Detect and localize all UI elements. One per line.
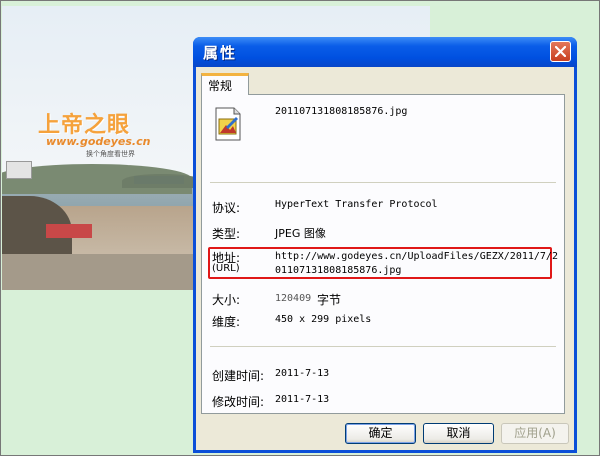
close-button[interactable] — [550, 41, 571, 62]
modified-value: 2011-7-13 — [275, 394, 330, 405]
address-value-line1[interactable]: http://www.godeyes.cn/UploadFiles/GEZX/2… — [275, 251, 558, 262]
size-unit: 字节 — [317, 293, 342, 307]
dialog-title: 属性 — [203, 44, 238, 62]
properties-dialog: 属性 常规 20110713180818587​6.jpg 协议: HyperT… — [193, 37, 577, 453]
type-value: JPEG 图像 — [275, 227, 326, 240]
dimension-value: 450 x 299 pixels — [275, 314, 372, 325]
tab-general[interactable]: 常规 — [201, 73, 249, 95]
size-label: 大小: — [212, 293, 241, 307]
apply-button[interactable]: 应用(A) — [501, 423, 569, 444]
watermark-url: www.godeyes.cn — [46, 135, 151, 148]
ok-button[interactable]: 确定 — [345, 423, 416, 444]
close-icon — [555, 46, 566, 57]
separator-2 — [210, 346, 556, 347]
dialog-titlebar[interactable]: 属性 — [193, 37, 577, 67]
cancel-button[interactable]: 取消 — [423, 423, 494, 444]
watermark-logo: 上帝之眼 www.godeyes.cn 换个角度看世界 — [38, 107, 151, 163]
size-value: 120409 — [275, 293, 312, 304]
modified-label: 修改时间: — [212, 395, 265, 409]
address-value-line2[interactable]: 0110713180818587​6.jpg — [275, 265, 401, 276]
jpeg-file-icon — [215, 107, 241, 141]
dimension-label: 维度: — [212, 315, 241, 329]
dialog-client-area: 常规 20110713180818587​6.jpg 协议: HyperText… — [196, 67, 574, 450]
watermark-subtitle: 换个角度看世界 — [86, 150, 135, 158]
separator-1 — [210, 182, 556, 183]
protocol-value: HyperText Transfer Protocol — [275, 199, 438, 210]
tab-general-label: 常规 — [208, 79, 233, 93]
general-panel: 20110713180818587​6.jpg 协议: HyperText Tr… — [201, 94, 565, 414]
created-value: 2011-7-13 — [275, 368, 330, 379]
created-label: 创建时间: — [212, 369, 265, 383]
protocol-label: 协议: — [212, 201, 241, 215]
type-label: 类型: — [212, 227, 241, 241]
address-url-label: (URL) — [212, 263, 240, 274]
file-name: 20110713180818587​6.jpg — [275, 106, 408, 117]
